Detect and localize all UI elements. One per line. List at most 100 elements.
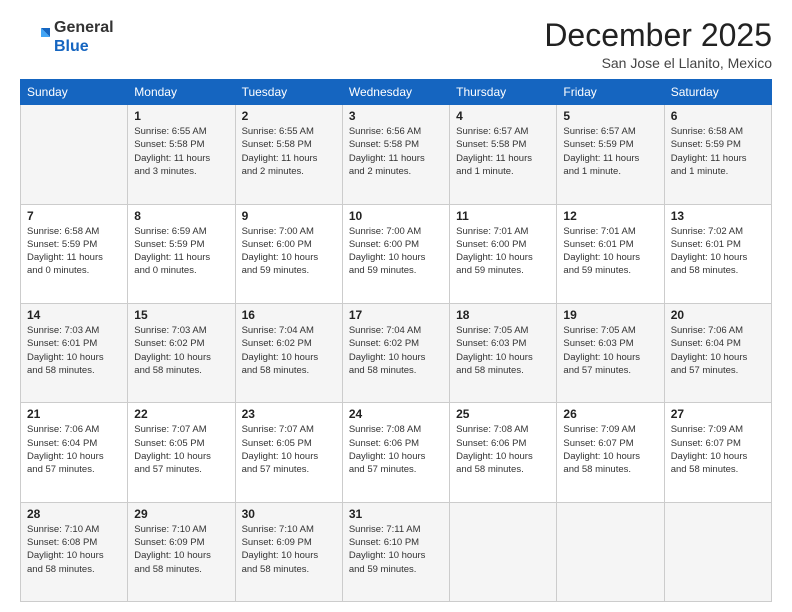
day-info: Sunrise: 6:55 AM Sunset: 5:58 PM Dayligh… <box>242 125 336 178</box>
table-row: 28 Sunrise: 7:10 AM Sunset: 6:08 PM Dayli… <box>21 502 128 601</box>
table-row: 24Sunrise: 7:08 AM Sunset: 6:06 PM Dayli… <box>342 403 449 502</box>
day-number: 22 <box>134 407 228 421</box>
table-row: 17Sunrise: 7:04 AM Sunset: 6:02 PM Dayli… <box>342 303 449 402</box>
day-number: 23 <box>242 407 336 421</box>
day-info: Sunrise: 7:05 AM Sunset: 6:03 PM Dayligh… <box>456 324 550 377</box>
col-saturday: Saturday <box>664 80 771 105</box>
table-row: 2 Sunrise: 6:55 AM Sunset: 5:58 PM Daylig… <box>235 105 342 204</box>
table-row <box>21 105 128 204</box>
calendar-week-1: 1Sunrise: 6:55 AM Sunset: 5:58 PM Daylig… <box>21 105 772 204</box>
day-number: 5 <box>563 109 657 123</box>
day-number: 19 <box>563 308 657 322</box>
table-row: 18 Sunrise: 7:05 AM Sunset: 6:03 PM Dayli… <box>450 303 557 402</box>
col-friday: Friday <box>557 80 664 105</box>
day-info: Sunrise: 7:09 AM Sunset: 6:07 PM Dayligh… <box>671 423 765 476</box>
day-number: 16 <box>242 308 336 322</box>
table-row: 23 Sunrise: 7:07 AM Sunset: 6:05 PM Dayli… <box>235 403 342 502</box>
day-info: Sunrise: 7:08 AM Sunset: 6:06 PM Dayligh… <box>456 423 550 476</box>
day-number: 20 <box>671 308 765 322</box>
day-number: 13 <box>671 209 765 223</box>
day-info: Sunrise: 7:06 AM Sunset: 6:04 PM Dayligh… <box>27 423 121 476</box>
day-number: 21 <box>27 407 121 421</box>
table-row: 6 Sunrise: 6:58 AM Sunset: 5:59 PM Daylig… <box>664 105 771 204</box>
day-number: 7 <box>27 209 121 223</box>
day-info: Sunrise: 7:07 AM Sunset: 6:05 PM Dayligh… <box>242 423 336 476</box>
table-row: 13 Sunrise: 7:02 AM Sunset: 6:01 PM Dayli… <box>664 204 771 303</box>
day-number: 31 <box>349 507 443 521</box>
location: San Jose el Llanito, Mexico <box>544 55 772 71</box>
month-title: December 2025 <box>544 18 772 53</box>
day-number: 6 <box>671 109 765 123</box>
table-row: 29 Sunrise: 7:10 AM Sunset: 6:09 PM Dayli… <box>128 502 235 601</box>
day-info: Sunrise: 7:09 AM Sunset: 6:07 PM Dayligh… <box>563 423 657 476</box>
day-number: 17 <box>349 308 443 322</box>
day-info: Sunrise: 6:58 AM Sunset: 5:59 PM Dayligh… <box>27 225 121 278</box>
table-row <box>557 502 664 601</box>
table-row: 19 Sunrise: 7:05 AM Sunset: 6:03 PM Dayli… <box>557 303 664 402</box>
title-block: December 2025 San Jose el Llanito, Mexic… <box>544 18 772 71</box>
col-tuesday: Tuesday <box>235 80 342 105</box>
logo: General Blue <box>20 18 114 56</box>
table-row: 14Sunrise: 7:03 AM Sunset: 6:01 PM Dayli… <box>21 303 128 402</box>
table-row: 1Sunrise: 6:55 AM Sunset: 5:58 PM Daylig… <box>128 105 235 204</box>
day-info: Sunrise: 7:10 AM Sunset: 6:09 PM Dayligh… <box>134 523 228 576</box>
day-number: 8 <box>134 209 228 223</box>
day-info: Sunrise: 7:03 AM Sunset: 6:02 PM Dayligh… <box>134 324 228 377</box>
logo-blue: Blue <box>54 38 89 55</box>
table-row: 11 Sunrise: 7:01 AM Sunset: 6:00 PM Dayli… <box>450 204 557 303</box>
header-row: Sunday Monday Tuesday Wednesday Thursday… <box>21 80 772 105</box>
day-number: 10 <box>349 209 443 223</box>
day-number: 24 <box>349 407 443 421</box>
table-row: 8 Sunrise: 6:59 AM Sunset: 5:59 PM Daylig… <box>128 204 235 303</box>
day-info: Sunrise: 6:55 AM Sunset: 5:58 PM Dayligh… <box>134 125 228 178</box>
logo-text: General Blue <box>54 18 114 56</box>
day-number: 12 <box>563 209 657 223</box>
day-info: Sunrise: 6:59 AM Sunset: 5:59 PM Dayligh… <box>134 225 228 278</box>
logo-general: General <box>54 19 114 36</box>
table-row: 4 Sunrise: 6:57 AM Sunset: 5:58 PM Daylig… <box>450 105 557 204</box>
calendar-week-2: 7 Sunrise: 6:58 AM Sunset: 5:59 PM Daylig… <box>21 204 772 303</box>
col-wednesday: Wednesday <box>342 80 449 105</box>
table-row: 26Sunrise: 7:09 AM Sunset: 6:07 PM Dayli… <box>557 403 664 502</box>
table-row: 31Sunrise: 7:11 AM Sunset: 6:10 PM Dayli… <box>342 502 449 601</box>
table-row: 12 Sunrise: 7:01 AM Sunset: 6:01 PM Dayli… <box>557 204 664 303</box>
page: General Blue December 2025 San Jose el L… <box>0 0 792 612</box>
table-row: 5 Sunrise: 6:57 AM Sunset: 5:59 PM Daylig… <box>557 105 664 204</box>
day-number: 15 <box>134 308 228 322</box>
day-info: Sunrise: 7:00 AM Sunset: 6:00 PM Dayligh… <box>242 225 336 278</box>
day-info: Sunrise: 7:01 AM Sunset: 6:01 PM Dayligh… <box>563 225 657 278</box>
day-info: Sunrise: 6:56 AM Sunset: 5:58 PM Dayligh… <box>349 125 443 178</box>
day-info: Sunrise: 7:06 AM Sunset: 6:04 PM Dayligh… <box>671 324 765 377</box>
calendar: Sunday Monday Tuesday Wednesday Thursday… <box>20 79 772 602</box>
day-number: 2 <box>242 109 336 123</box>
col-thursday: Thursday <box>450 80 557 105</box>
day-info: Sunrise: 7:05 AM Sunset: 6:03 PM Dayligh… <box>563 324 657 377</box>
table-row: 20 Sunrise: 7:06 AM Sunset: 6:04 PM Dayli… <box>664 303 771 402</box>
logo-icon <box>20 22 50 52</box>
table-row: 30Sunrise: 7:10 AM Sunset: 6:09 PM Dayli… <box>235 502 342 601</box>
day-info: Sunrise: 7:01 AM Sunset: 6:00 PM Dayligh… <box>456 225 550 278</box>
day-info: Sunrise: 7:02 AM Sunset: 6:01 PM Dayligh… <box>671 225 765 278</box>
table-row: 22 Sunrise: 7:07 AM Sunset: 6:05 PM Dayli… <box>128 403 235 502</box>
day-info: Sunrise: 6:58 AM Sunset: 5:59 PM Dayligh… <box>671 125 765 178</box>
table-row: 15 Sunrise: 7:03 AM Sunset: 6:02 PM Dayli… <box>128 303 235 402</box>
day-number: 28 <box>27 507 121 521</box>
day-info: Sunrise: 7:04 AM Sunset: 6:02 PM Dayligh… <box>242 324 336 377</box>
day-number: 4 <box>456 109 550 123</box>
day-info: Sunrise: 7:10 AM Sunset: 6:08 PM Dayligh… <box>27 523 121 576</box>
day-number: 18 <box>456 308 550 322</box>
table-row: 10Sunrise: 7:00 AM Sunset: 6:00 PM Dayli… <box>342 204 449 303</box>
table-row <box>664 502 771 601</box>
day-info: Sunrise: 7:07 AM Sunset: 6:05 PM Dayligh… <box>134 423 228 476</box>
calendar-week-4: 21 Sunrise: 7:06 AM Sunset: 6:04 PM Dayli… <box>21 403 772 502</box>
day-info: Sunrise: 6:57 AM Sunset: 5:59 PM Dayligh… <box>563 125 657 178</box>
table-row: 21 Sunrise: 7:06 AM Sunset: 6:04 PM Dayli… <box>21 403 128 502</box>
table-row: 9Sunrise: 7:00 AM Sunset: 6:00 PM Daylig… <box>235 204 342 303</box>
table-row: 25Sunrise: 7:08 AM Sunset: 6:06 PM Dayli… <box>450 403 557 502</box>
header: General Blue December 2025 San Jose el L… <box>20 18 772 71</box>
day-info: Sunrise: 7:03 AM Sunset: 6:01 PM Dayligh… <box>27 324 121 377</box>
day-number: 11 <box>456 209 550 223</box>
day-number: 29 <box>134 507 228 521</box>
day-info: Sunrise: 6:57 AM Sunset: 5:58 PM Dayligh… <box>456 125 550 178</box>
day-number: 27 <box>671 407 765 421</box>
